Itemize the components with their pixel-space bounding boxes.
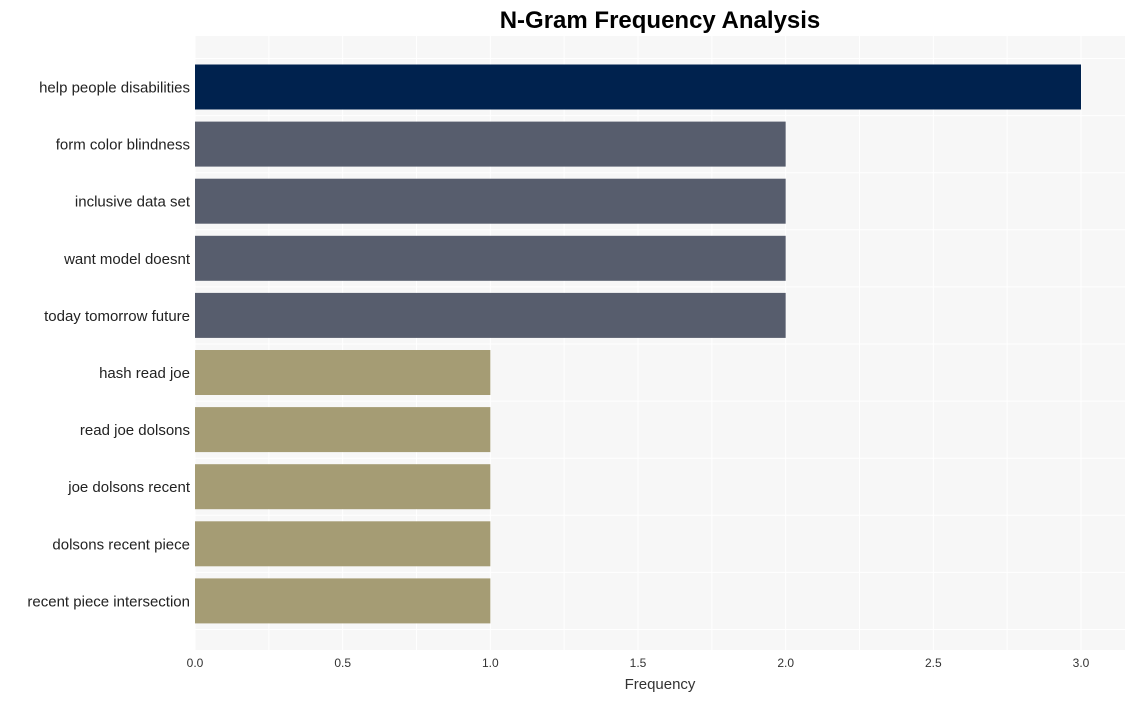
y-tick-label: want model doesnt [63, 251, 191, 268]
y-tick-label: joe dolsons recent [67, 479, 191, 496]
bar [195, 121, 786, 167]
y-tick-label: form color blindness [56, 137, 190, 154]
y-tick-label: today tomorrow future [44, 308, 190, 325]
bar [195, 521, 491, 567]
bar [195, 350, 491, 395]
y-tick-label: help people disabilities [39, 80, 190, 97]
x-tick-label: 1.5 [630, 656, 647, 670]
y-tick-label: inclusive data set [75, 194, 191, 211]
x-tick-label: 2.0 [777, 656, 794, 670]
x-tick-labels: 0.0 0.5 1.0 1.5 2.0 2.5 3.0 [187, 656, 1090, 670]
x-tick-label: 3.0 [1073, 656, 1090, 670]
x-tick-label: 0.5 [334, 656, 351, 670]
y-tick-label: recent piece intersection [27, 593, 190, 610]
bar [195, 578, 491, 624]
y-tick-label: hash read joe [99, 365, 190, 382]
bar [195, 464, 491, 510]
x-tick-label: 1.0 [482, 656, 499, 670]
bar [195, 292, 786, 338]
y-tick-label: dolsons recent piece [52, 536, 190, 553]
bar [195, 235, 786, 281]
x-tick-label: 2.5 [925, 656, 942, 670]
y-tick-label: read joe dolsons [80, 422, 190, 439]
bar [195, 64, 1081, 110]
x-axis-label: Frequency [625, 676, 696, 693]
chart-title: N-Gram Frequency Analysis [500, 7, 821, 34]
ngram-bar-chart: help people disabilities form color blind… [27, 7, 1125, 693]
x-tick-label: 0.0 [187, 656, 204, 670]
bar [195, 178, 786, 224]
y-tick-labels: help people disabilities form color blind… [27, 80, 190, 611]
bar [195, 407, 491, 453]
